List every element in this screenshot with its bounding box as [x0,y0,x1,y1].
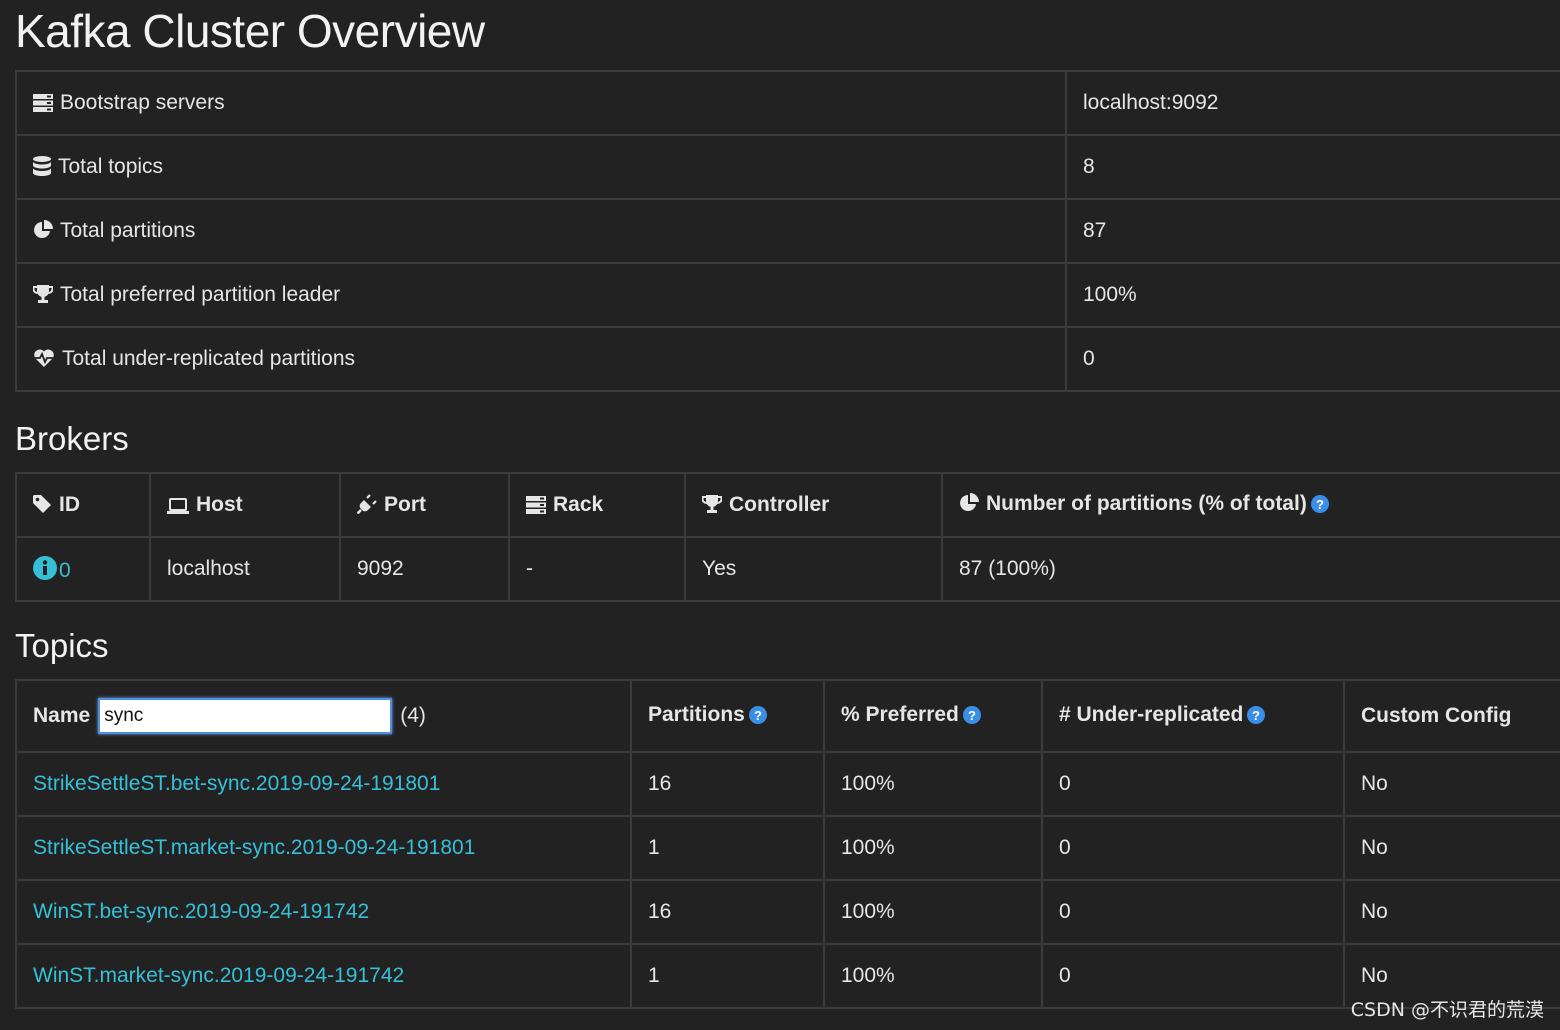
column-header-under-replicated[interactable]: # Under-replicated ? [1041,679,1345,753]
topics-heading: Topics [15,627,109,664]
brokers-table: ID Host Port Rack Controller Number of p… [15,472,1560,602]
topics-table: Name (4) Partitions ? % Preferred ? # Un… [15,679,1560,1009]
info-icon[interactable] [33,555,57,580]
broker-id-link[interactable]: 0 [59,559,71,582]
server-icon [526,496,546,514]
heartbeat-icon [33,348,55,368]
broker-row: 0 localhost 9092 - Yes 87 (100%) [15,536,1560,602]
help-icon[interactable]: ? [1247,705,1266,730]
overview-row-partitions: Total partitions 87 [15,198,1560,264]
tag-icon [33,495,52,514]
laptop-icon [167,498,189,514]
topic-filter-input[interactable] [98,698,393,734]
topic-preferred: 100% [823,879,1043,945]
svg-text:?: ? [754,708,762,723]
help-icon[interactable]: ? [748,705,767,730]
topic-row: WinST.market-sync.2019-09-24-191742 1 10… [15,943,1560,1009]
topic-custom-config: No [1343,751,1560,817]
brokers-header-row: ID Host Port Rack Controller Number of p… [15,472,1560,538]
topic-partitions: 1 [630,943,825,1009]
pie-chart-icon [33,220,53,240]
overview-value: 100% [1065,262,1560,328]
name-label: Name [33,704,91,727]
cluster-overview-table: Bootstrap servers localhost:9092 Total t… [15,70,1560,392]
topic-custom-config: No [1343,879,1560,945]
topic-link[interactable]: StrikeSettleST.bet-sync.2019-09-24-19180… [33,772,440,795]
overview-value: 8 [1065,134,1560,200]
topic-under-replicated: 0 [1041,879,1345,945]
topics-header-row: Name (4) Partitions ? % Preferred ? # Un… [15,679,1560,753]
broker-rack: - [508,536,686,602]
column-header-name: Name (4) [15,679,632,753]
svg-text:?: ? [968,708,976,723]
overview-label: Total under-replicated partitions [62,347,355,370]
column-header-preferred[interactable]: % Preferred ? [823,679,1043,753]
topic-partitions: 16 [630,879,825,945]
column-header-rack[interactable]: Rack [508,472,686,538]
plug-icon [357,494,377,514]
column-header-id[interactable]: ID [15,472,151,538]
trophy-icon [702,494,722,514]
overview-label: Total preferred partition leader [60,283,341,306]
topic-row: WinST.bet-sync.2019-09-24-191742 16 100%… [15,879,1560,945]
watermark: CSDN @不识君的荒漠 [1350,999,1544,1021]
column-header-port[interactable]: Port [339,472,510,538]
pie-chart-icon [959,492,979,513]
topic-partitions: 1 [630,815,825,881]
column-header-controller[interactable]: Controller [684,472,943,538]
svg-text:?: ? [1252,708,1260,723]
overview-row-bootstrap: Bootstrap servers localhost:9092 [15,70,1560,136]
trophy-icon [33,284,53,304]
overview-label: Total topics [58,155,164,178]
page-title: Kafka Cluster Overview [15,5,485,57]
overview-label: Total partitions [60,219,196,242]
column-header-partitions[interactable]: Partitions ? [630,679,825,753]
broker-host: localhost [149,536,341,602]
topic-under-replicated: 0 [1041,943,1345,1009]
topic-preferred: 100% [823,751,1043,817]
database-icon [33,156,51,176]
topic-under-replicated: 0 [1041,815,1345,881]
topic-row: StrikeSettleST.market-sync.2019-09-24-19… [15,815,1560,881]
help-icon[interactable]: ? [962,705,981,730]
svg-text:?: ? [1316,497,1324,512]
overview-row-under-replicated: Total under-replicated partitions 0 [15,326,1560,392]
broker-id-cell[interactable]: 0 [15,536,151,602]
broker-partitions: 87 (100%) [941,536,1560,602]
help-icon[interactable]: ? [1310,494,1329,519]
column-header-custom-config[interactable]: Custom Config [1343,679,1560,753]
topic-under-replicated: 0 [1041,751,1345,817]
broker-controller: Yes [684,536,943,602]
overview-value: 0 [1065,326,1560,392]
topic-row: StrikeSettleST.bet-sync.2019-09-24-19180… [15,751,1560,817]
topic-custom-config: No [1343,815,1560,881]
overview-label: Bootstrap servers [60,91,225,114]
topic-preferred: 100% [823,815,1043,881]
column-header-host[interactable]: Host [149,472,341,538]
overview-value: localhost:9092 [1065,70,1560,136]
column-header-partitions[interactable]: Number of partitions (% of total) ? [941,472,1560,538]
broker-port: 9092 [339,536,510,602]
topic-link[interactable]: WinST.market-sync.2019-09-24-191742 [33,964,404,987]
overview-row-preferred-leader: Total preferred partition leader 100% [15,262,1560,328]
topic-link[interactable]: WinST.bet-sync.2019-09-24-191742 [33,900,369,923]
brokers-heading: Brokers [15,420,129,457]
topic-link[interactable]: StrikeSettleST.market-sync.2019-09-24-19… [33,836,475,859]
overview-row-topics: Total topics 8 [15,134,1560,200]
topic-count: (4) [400,704,426,727]
overview-value: 87 [1065,198,1560,264]
server-icon [33,94,53,112]
topic-partitions: 16 [630,751,825,817]
topic-preferred: 100% [823,943,1043,1009]
